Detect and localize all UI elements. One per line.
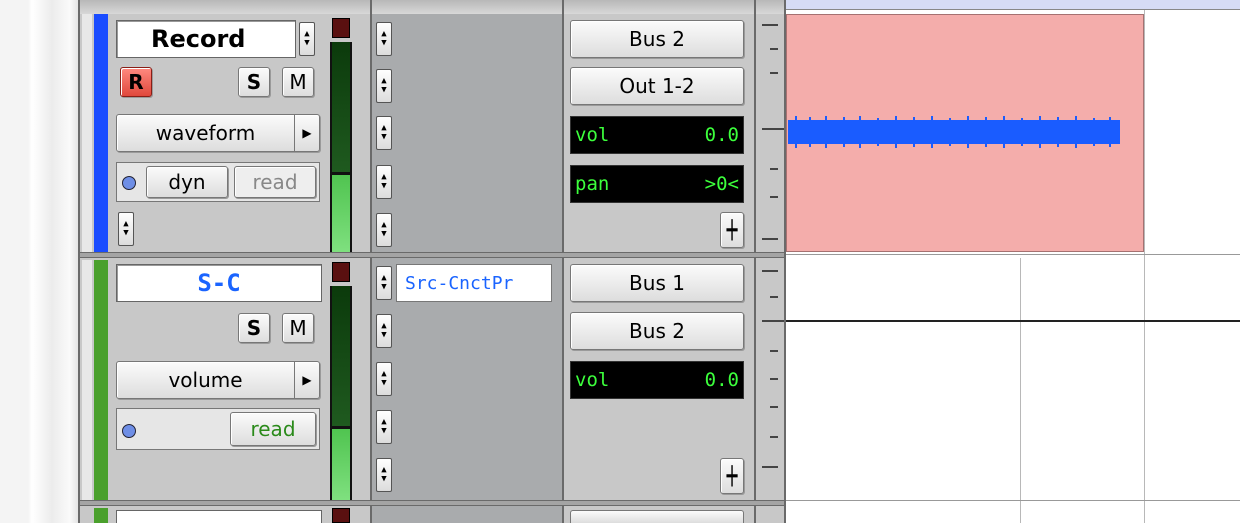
volume-automation-line	[786, 320, 1240, 322]
right-triangle-icon: ▶	[294, 115, 319, 151]
fader-icon[interactable]: ┿	[720, 458, 744, 494]
ruler-tick	[770, 436, 778, 438]
clip-indicator	[332, 18, 350, 38]
ruler-tick	[770, 378, 778, 380]
volume-value: 0.0	[704, 369, 739, 391]
track-color-bar	[94, 14, 108, 252]
solo-button[interactable]: S	[238, 67, 270, 97]
level-meter	[330, 42, 352, 252]
level-meter	[330, 286, 352, 500]
meter-off	[332, 286, 350, 426]
column-divider	[562, 0, 564, 523]
insert-stepper[interactable]: ▲ ▼	[376, 362, 392, 396]
track-lane-divider	[786, 254, 1240, 255]
ruler-tick	[762, 466, 778, 468]
track-color-bar	[94, 260, 108, 500]
automation-dot-icon[interactable]	[122, 424, 136, 438]
ruler-tick	[770, 72, 778, 74]
insert-stepper[interactable]: ▲ ▼	[376, 116, 392, 150]
volume-label: vol	[575, 369, 610, 391]
track-color-bar	[94, 508, 108, 523]
mute-button[interactable]: M	[282, 67, 314, 97]
ruler-tick	[762, 320, 784, 322]
mute-button[interactable]: M	[282, 313, 314, 343]
pan-value: >0<	[704, 173, 739, 195]
ruler-tick	[762, 238, 778, 240]
insert-stepper[interactable]: ▲ ▼	[376, 22, 392, 56]
track-separator	[80, 500, 784, 506]
track-name-field-partial	[116, 510, 322, 523]
send-button-partial	[570, 510, 744, 523]
column-divider	[754, 0, 756, 523]
send-button[interactable]: Bus 1	[570, 264, 744, 302]
automation-dot-icon[interactable]	[122, 176, 136, 190]
ruler-tick	[770, 406, 778, 408]
insert-stepper[interactable]: ▲ ▼	[376, 213, 392, 247]
column-divider	[370, 0, 372, 523]
clip-indicator	[332, 262, 350, 282]
track-name-stepper[interactable]: ▲ ▼	[299, 22, 315, 56]
automation-mode-button[interactable]: read	[230, 412, 316, 446]
record-enable-button[interactable]: R	[120, 67, 152, 97]
solo-button[interactable]: S	[238, 313, 270, 343]
ruler-tick	[770, 196, 778, 198]
grid-line	[1020, 258, 1021, 523]
track-height-stepper[interactable]: ▲ ▼	[118, 212, 134, 246]
right-triangle-icon: ▶	[294, 362, 319, 398]
insert-stepper[interactable]: ▲ ▼	[376, 314, 392, 348]
track-bar-light	[82, 14, 92, 252]
track-bar-light	[82, 260, 92, 500]
ruler-tick	[762, 24, 778, 26]
ruler-column	[756, 0, 784, 523]
track-lane-divider	[786, 500, 1240, 501]
header-strip	[80, 0, 784, 14]
track-separator	[80, 252, 784, 258]
automation-mode-button[interactable]: read	[234, 166, 316, 198]
insert-stepper[interactable]: ▲ ▼	[376, 69, 392, 103]
inserts-column	[372, 0, 562, 523]
meter-fill	[332, 175, 350, 252]
insert-slot[interactable]: Src-CnctPr	[396, 264, 552, 302]
dyn-button[interactable]: dyn	[146, 166, 228, 198]
track-name-field[interactable]: Record	[116, 20, 296, 58]
grid-line	[1144, 10, 1145, 523]
meter-fill	[332, 429, 350, 500]
ruler-tick	[762, 270, 778, 272]
meter-off	[332, 42, 350, 172]
volume-value: 0.0	[704, 124, 739, 146]
pan-display[interactable]: pan >0<	[570, 165, 744, 203]
track-view-label: waveform	[155, 121, 256, 145]
insert-stepper[interactable]: ▲ ▼	[376, 410, 392, 444]
timeline-header	[786, 0, 1240, 10]
ruler-tick	[770, 350, 778, 352]
insert-stepper[interactable]: ▲ ▼	[376, 165, 392, 199]
insert-stepper[interactable]: ▲ ▼	[376, 458, 392, 492]
track-view-popup[interactable]: waveform ▶	[116, 114, 320, 152]
track-name-field[interactable]: S-C	[116, 264, 322, 302]
volume-label: vol	[575, 124, 610, 146]
volume-display[interactable]: vol 0.0	[570, 361, 744, 399]
waveform	[788, 116, 1120, 148]
pan-label: pan	[575, 173, 610, 195]
ruler-tick	[770, 168, 778, 170]
insert-stepper[interactable]: ▲ ▼	[376, 266, 392, 300]
track-view-popup[interactable]: volume ▶	[116, 361, 320, 399]
column-divider	[78, 0, 80, 523]
send-button[interactable]: Bus 2	[570, 312, 744, 350]
clip-indicator	[332, 508, 350, 523]
send-button[interactable]: Bus 2	[570, 20, 744, 58]
fader-icon[interactable]: ┿	[720, 212, 744, 248]
ruler-tick	[770, 296, 778, 298]
output-button[interactable]: Out 1-2	[570, 67, 744, 105]
ruler-tick	[762, 128, 784, 130]
ruler-tick	[770, 48, 778, 50]
volume-display[interactable]: vol 0.0	[570, 116, 744, 154]
window-edge	[0, 0, 78, 523]
track-view-label: volume	[168, 368, 243, 392]
